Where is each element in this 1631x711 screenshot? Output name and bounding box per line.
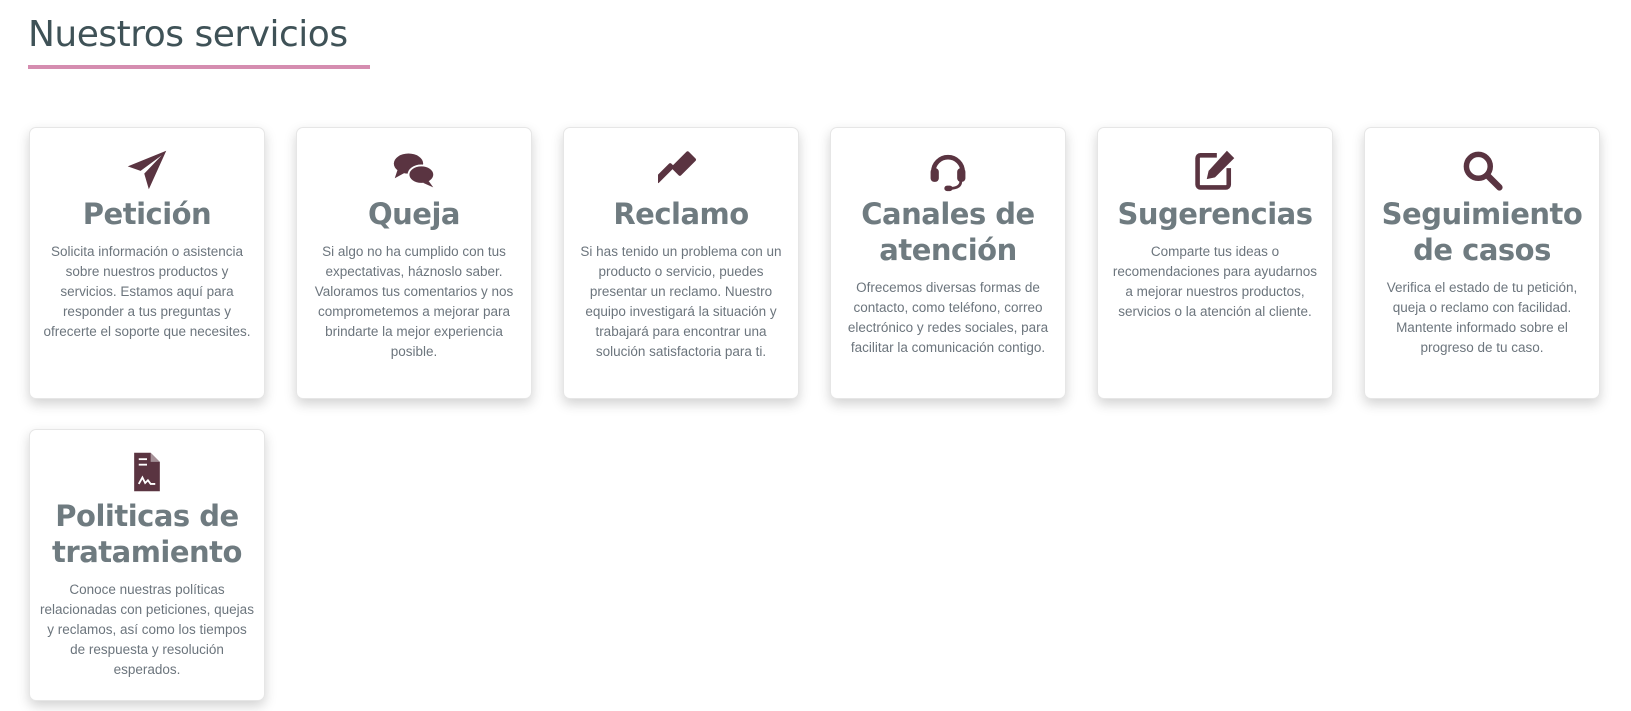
card-description: Si has tenido un problema con un product… — [580, 244, 782, 359]
services-grid: Petición Solicita información o asistenc… — [29, 127, 1603, 701]
card-title: Politicas de tratamiento — [52, 499, 242, 569]
service-card-queja[interactable]: Queja Si algo no ha cumplido con tus exp… — [296, 127, 532, 399]
gavel-icon — [658, 148, 704, 192]
card-description: Ofrecemos diversas formas de contacto, c… — [847, 280, 1049, 355]
card-title: Reclamo — [613, 197, 749, 231]
edit-icon — [1192, 148, 1238, 192]
service-card-peticion[interactable]: Petición Solicita información o asistenc… — [29, 127, 265, 399]
card-description: Comparte tus ideas o recomendaciones par… — [1112, 244, 1318, 319]
card-title: Queja — [368, 197, 460, 231]
comments-icon — [391, 148, 437, 192]
service-card-seguimiento[interactable]: Seguimiento de casos Verifica el estado … — [1364, 127, 1600, 399]
service-card-reclamo[interactable]: Reclamo Si has tenido un problema con un… — [563, 127, 799, 399]
service-card-sugerencias[interactable]: Sugerencias Comparte tus ideas o recomen… — [1097, 127, 1333, 399]
service-card-canales[interactable]: Canales de atención Ofrecemos diversas f… — [830, 127, 1066, 399]
file-contract-icon — [124, 450, 170, 494]
card-title: Sugerencias — [1117, 197, 1313, 231]
card-title: Canales de atención — [861, 197, 1035, 267]
headset-icon — [925, 148, 971, 192]
card-description: Solicita información o asistencia sobre … — [43, 244, 251, 339]
service-card-politicas[interactable]: Politicas de tratamiento Conoce nuestras… — [29, 429, 265, 701]
card-description: Si algo no ha cumplido con tus expectati… — [314, 244, 514, 359]
card-title: Seguimiento de casos — [1381, 197, 1583, 267]
page-title: Nuestros servicios — [28, 14, 370, 69]
card-description: Verifica el estado de tu petición, queja… — [1386, 280, 1578, 355]
search-icon — [1459, 148, 1505, 192]
services-page: Nuestros servicios Petición Solicita inf… — [0, 0, 1631, 711]
paper-plane-icon — [124, 148, 170, 192]
card-description: Conoce nuestras políticas relacionadas c… — [40, 582, 254, 677]
card-title: Petición — [82, 197, 212, 231]
